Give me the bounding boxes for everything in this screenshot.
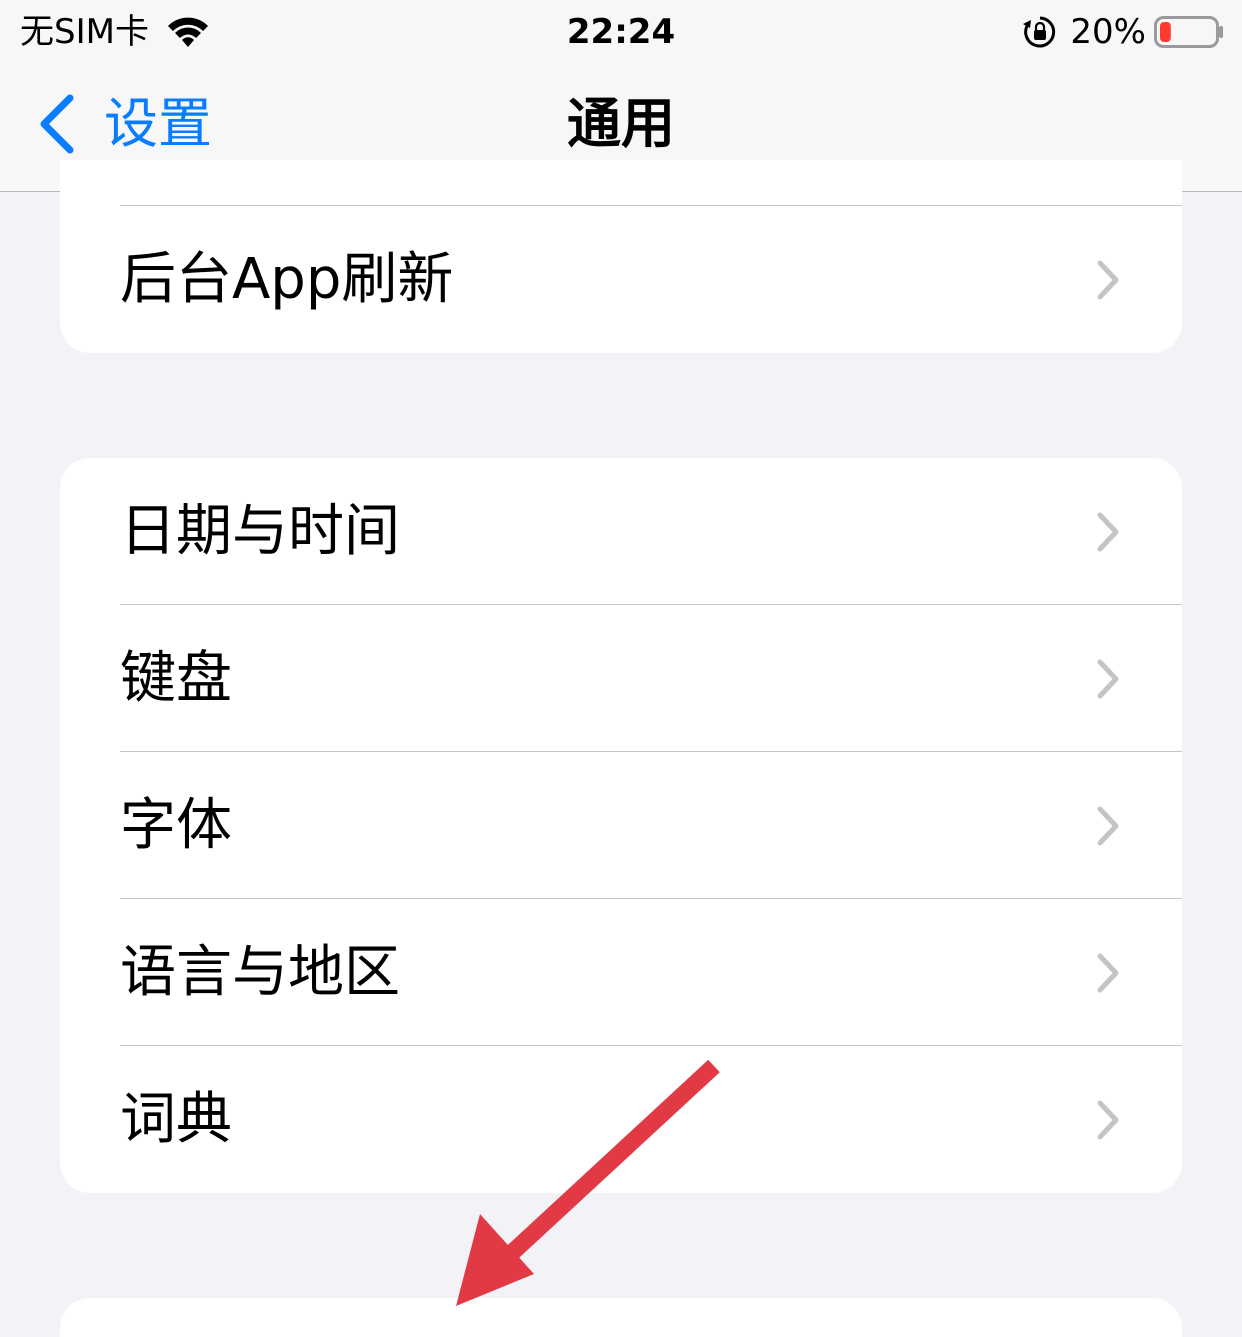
row-language-region[interactable]: 语言与地区 [60,899,1182,1046]
chevron-right-icon [1097,806,1119,846]
settings-general-screen: 无SIM卡 22:24 20% 设置 通用 后台App刷新 日期与时间 键盘 字… [0,0,1242,1337]
battery-fill [1160,22,1171,42]
chevron-right-icon [1097,1100,1119,1140]
status-right: 20% [1022,10,1224,54]
row-label: 键盘 [120,646,232,711]
chevron-right-icon [1097,512,1119,552]
chevron-right-icon [1097,953,1119,993]
battery-percent: 20% [1070,12,1146,52]
row-background-app-refresh[interactable]: 后台App刷新 [60,206,1182,353]
row-date-time[interactable]: 日期与时间 [60,458,1182,605]
battery-icon [1154,16,1223,48]
row-label: 日期与时间 [120,499,400,564]
row-label: 词典 [120,1087,232,1152]
row-label: 后台App刷新 [120,247,454,312]
red-arrow-icon [456,1059,720,1306]
chevron-right-icon [1097,659,1119,699]
settings-group-background: 后台App刷新 [60,160,1182,353]
row-label: 字体 [120,793,232,858]
orientation-lock-icon [1023,16,1056,48]
row-fonts[interactable]: 字体 [60,752,1182,899]
chevron-right-icon [1097,260,1119,300]
row-keyboard[interactable]: 键盘 [60,605,1182,752]
status-bar: 无SIM卡 22:24 20% [0,0,1242,64]
page-title: 通用 [567,92,675,155]
row-label: 语言与地区 [120,940,400,1005]
